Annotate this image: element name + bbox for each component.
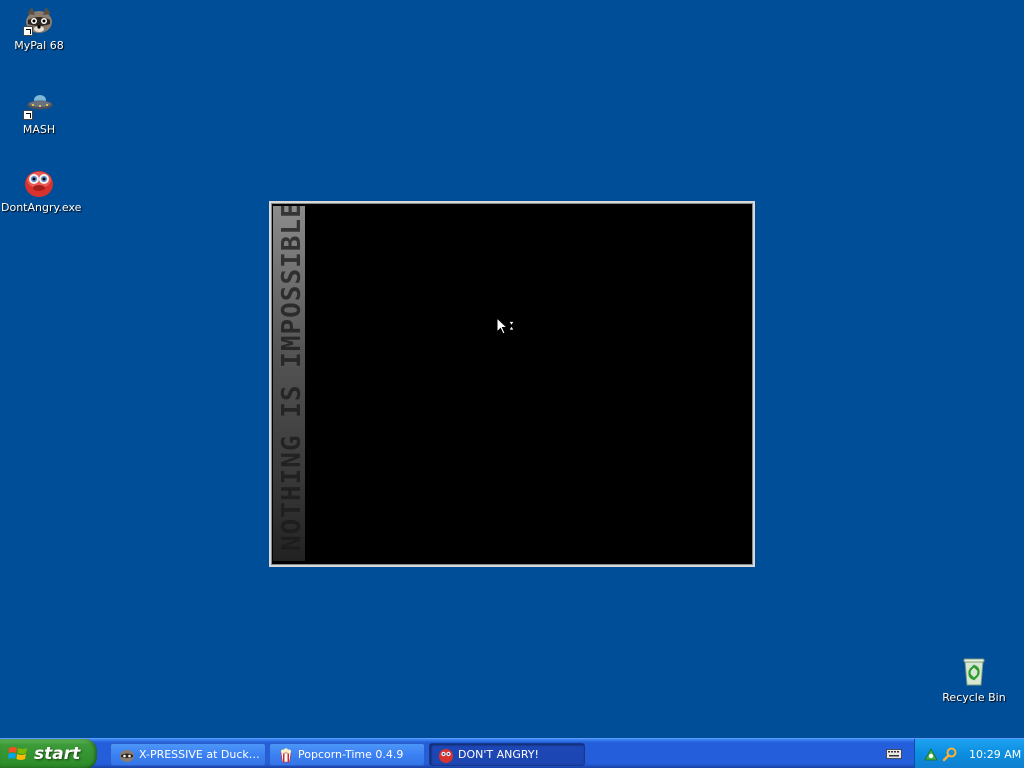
recycle-bin-icon bbox=[958, 656, 990, 688]
task-label: DON'T ANGRY! bbox=[458, 748, 539, 761]
popcorn-icon bbox=[280, 747, 292, 762]
desktop-icon-label: MASH bbox=[22, 123, 56, 136]
taskbar-task-dontangry[interactable]: DON'T ANGRY! bbox=[429, 743, 585, 766]
clock[interactable]: 10:29 AM bbox=[969, 748, 1021, 761]
start-button[interactable]: start bbox=[0, 739, 97, 768]
desktop-icon-mash[interactable]: MASH bbox=[1, 88, 77, 136]
desktop-icon-label: Recycle Bin bbox=[942, 691, 1006, 704]
taskbar-task-popcorn[interactable]: Popcorn-Time 0.4.9 bbox=[269, 743, 425, 766]
start-label: start bbox=[34, 744, 81, 764]
task-label: X-PRESSIVE at DuckD... bbox=[139, 748, 265, 761]
desktop-icon-label: MyPal 68 bbox=[14, 39, 64, 52]
desktop-icon-recycle-bin[interactable]: Recycle Bin bbox=[936, 656, 1012, 704]
desktop-icon-label: DontAngry.exe bbox=[1, 201, 82, 214]
network-icon[interactable] bbox=[923, 746, 939, 762]
splash-strip-text: NOTHING IS IMPOSSIBLE bbox=[277, 206, 305, 551]
desktop-icon-mypal[interactable]: MyPal 68 bbox=[1, 4, 77, 52]
shortcut-arrow-icon bbox=[23, 26, 33, 36]
busy-cursor-icon bbox=[496, 316, 518, 339]
shortcut-arrow-icon bbox=[23, 110, 33, 120]
system-tray: 10:29 AM bbox=[914, 739, 1024, 768]
search-icon[interactable] bbox=[942, 746, 958, 762]
red-bird-icon bbox=[23, 166, 55, 198]
task-label: Popcorn-Time 0.4.9 bbox=[298, 748, 404, 761]
splash-side-strip: NOTHING IS IMPOSSIBLE bbox=[273, 206, 305, 561]
taskbar: start X-PRESSIVE at DuckD... Popcorn-Tim… bbox=[0, 738, 1024, 768]
windows-flag-icon bbox=[8, 747, 27, 760]
red-bird-icon bbox=[439, 748, 453, 763]
desktop-icon-dontangry[interactable]: DontAngry.exe bbox=[1, 166, 81, 214]
ufo-icon bbox=[23, 88, 55, 120]
taskbar-task-xpressive[interactable]: X-PRESSIVE at DuckD... bbox=[110, 743, 266, 766]
splash-window: NOTHING IS IMPOSSIBLE bbox=[269, 201, 755, 567]
raccoon-icon bbox=[120, 749, 134, 762]
raccoon-icon bbox=[23, 4, 55, 36]
keyboard-icon[interactable] bbox=[886, 748, 902, 760]
